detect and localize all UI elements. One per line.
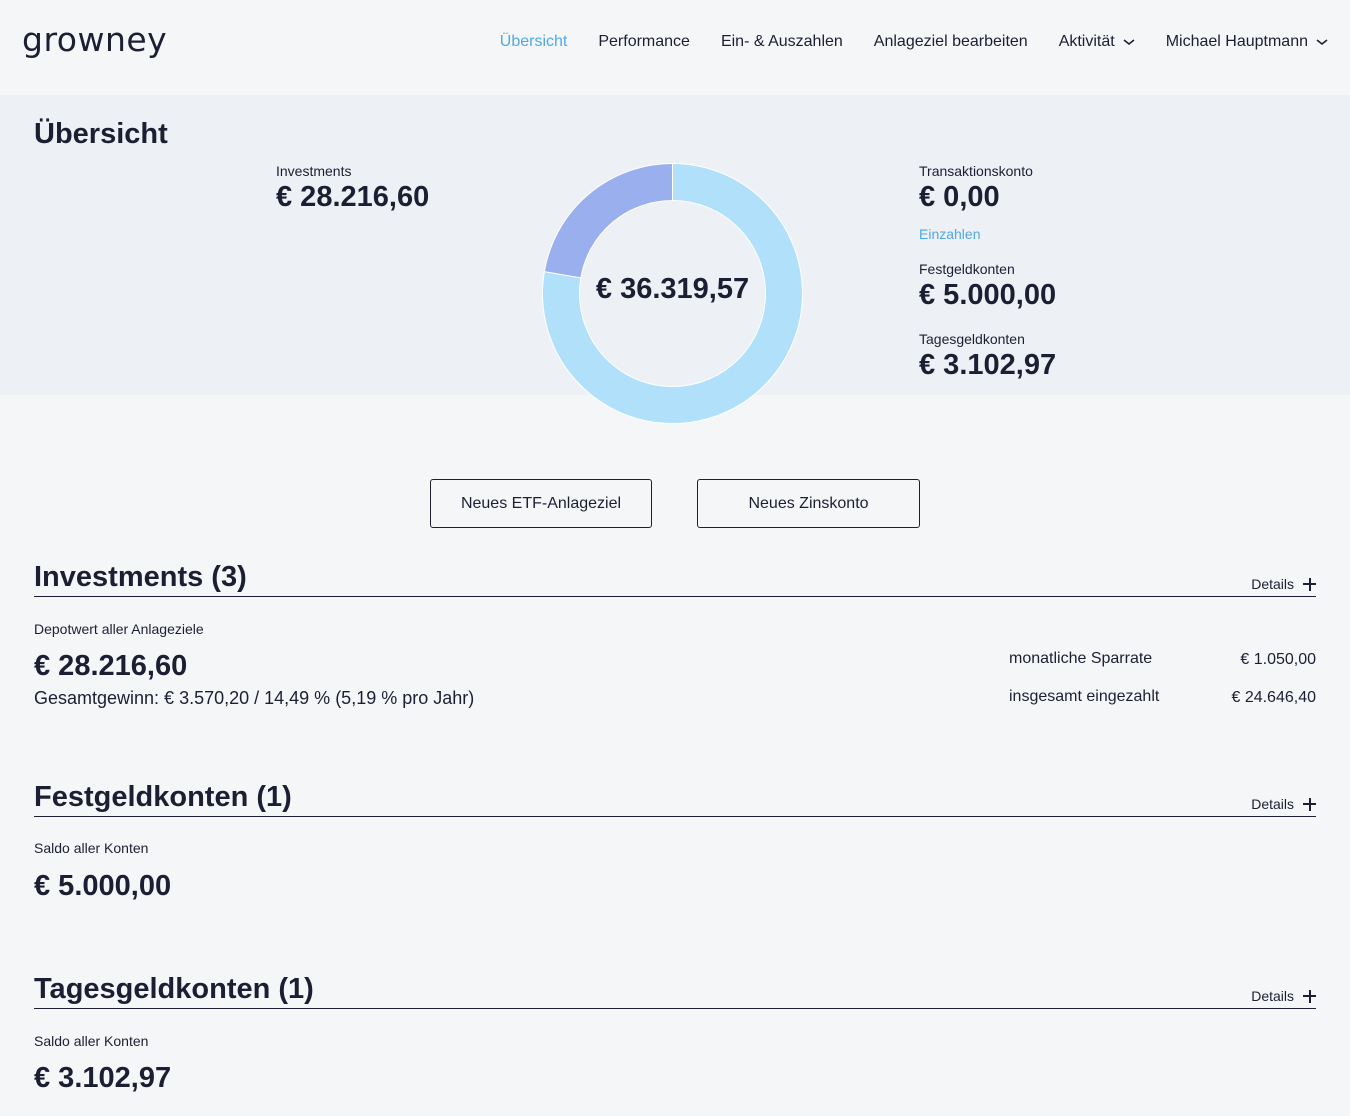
festgeld-section-title: Festgeldkonten (1) (34, 781, 292, 813)
festgeld-saldo-value: € 5.000,00 (34, 870, 172, 902)
nav-item-ein-auszahlen[interactable]: Ein- & Auszahlen (721, 33, 843, 51)
investments-section-title: Investments (3) (34, 561, 247, 593)
nav-item-user-menu[interactable]: Michael Hauptmann (1166, 33, 1328, 51)
user-name: Michael Hauptmann (1165, 33, 1308, 50)
investments-details-toggle[interactable]: Details (1251, 576, 1316, 592)
einzahlen-link[interactable]: Einzahlen (919, 226, 981, 242)
donut-segment-1 (543, 163, 673, 279)
festgeld-value: € 5.000,00 (919, 279, 1057, 311)
main-nav: Übersicht Performance Ein- & Auszahlen A… (469, 33, 1328, 51)
chevron-down-icon (1123, 38, 1135, 46)
transaktionskonto-value: € 0,00 (919, 181, 1000, 213)
sparrate-value: € 1.050,00 (1240, 651, 1316, 668)
details-label: Details (1251, 576, 1294, 592)
plus-icon (1303, 577, 1316, 591)
depotwert-value: € 28.216,60 (34, 650, 188, 682)
accounts-summary: Transaktionskonto € 0,00 Einzahlen Festg… (919, 163, 1056, 382)
tagesgeld-section-header: Tagesgeldkonten (1) Details (34, 973, 1316, 1009)
new-interest-account-button[interactable]: Neues Zinskonto (697, 479, 920, 528)
festgeld-saldo-label: Saldo aller Konten (34, 840, 149, 856)
investments-value: € 28.216,60 (276, 181, 430, 213)
tagesgeld-saldo-value: € 3.102,97 (34, 1062, 172, 1094)
details-label: Details (1251, 796, 1294, 812)
details-label: Details (1251, 988, 1294, 1004)
depotwert-label: Depotwert aller Anlageziele (34, 621, 204, 637)
festgeld-details-toggle[interactable]: Details (1251, 796, 1316, 812)
nav-item-aktivitaet-label: Aktivität (1058, 33, 1115, 50)
investments-summary: Investments € 28.216,60 (276, 163, 429, 214)
tagesgeld-label: Tagesgeldkonten (919, 331, 1025, 347)
nav-item-uebersicht[interactable]: Übersicht (500, 33, 568, 51)
plus-icon (1303, 989, 1316, 1003)
festgeld-section-header: Festgeldkonten (1) Details (34, 781, 1316, 817)
festgeld-label: Festgeldkonten (919, 261, 1015, 277)
top-navigation-bar: growney Übersicht Performance Ein- & Aus… (0, 0, 1350, 95)
nav-item-performance[interactable]: Performance (598, 33, 690, 51)
growney-logo[interactable]: growney (22, 20, 167, 59)
tagesgeld-section-title: Tagesgeldkonten (1) (34, 973, 314, 1005)
eingezahlt-value: € 24.646,40 (1231, 689, 1316, 706)
nav-item-anlageziel-bearbeiten[interactable]: Anlageziel bearbeiten (874, 33, 1028, 51)
investments-section-header: Investments (3) Details (34, 561, 1316, 597)
total-gain: Gesamtgewinn: € 3.570,20 / 14,49 % (5,19… (34, 688, 475, 708)
eingezahlt-label: insgesamt eingezahlt (1009, 688, 1160, 705)
total-value: € 36.319,57 (595, 273, 750, 305)
nav-item-aktivitaet[interactable]: Aktivität (1059, 33, 1135, 51)
tagesgeld-saldo-label: Saldo aller Konten (34, 1033, 149, 1049)
tagesgeld-details-toggle[interactable]: Details (1251, 988, 1316, 1004)
sparrate-label: monatliche Sparrate (1009, 650, 1153, 667)
transaktionskonto-label: Transaktionskonto (919, 163, 1033, 179)
chevron-down-icon (1316, 38, 1328, 46)
tagesgeld-value: € 3.102,97 (919, 349, 1057, 381)
new-etf-goal-button[interactable]: Neues ETF-Anlageziel (430, 479, 652, 528)
investments-label: Investments (276, 163, 352, 179)
page-title: Übersicht (34, 118, 168, 150)
plus-icon (1303, 797, 1316, 811)
